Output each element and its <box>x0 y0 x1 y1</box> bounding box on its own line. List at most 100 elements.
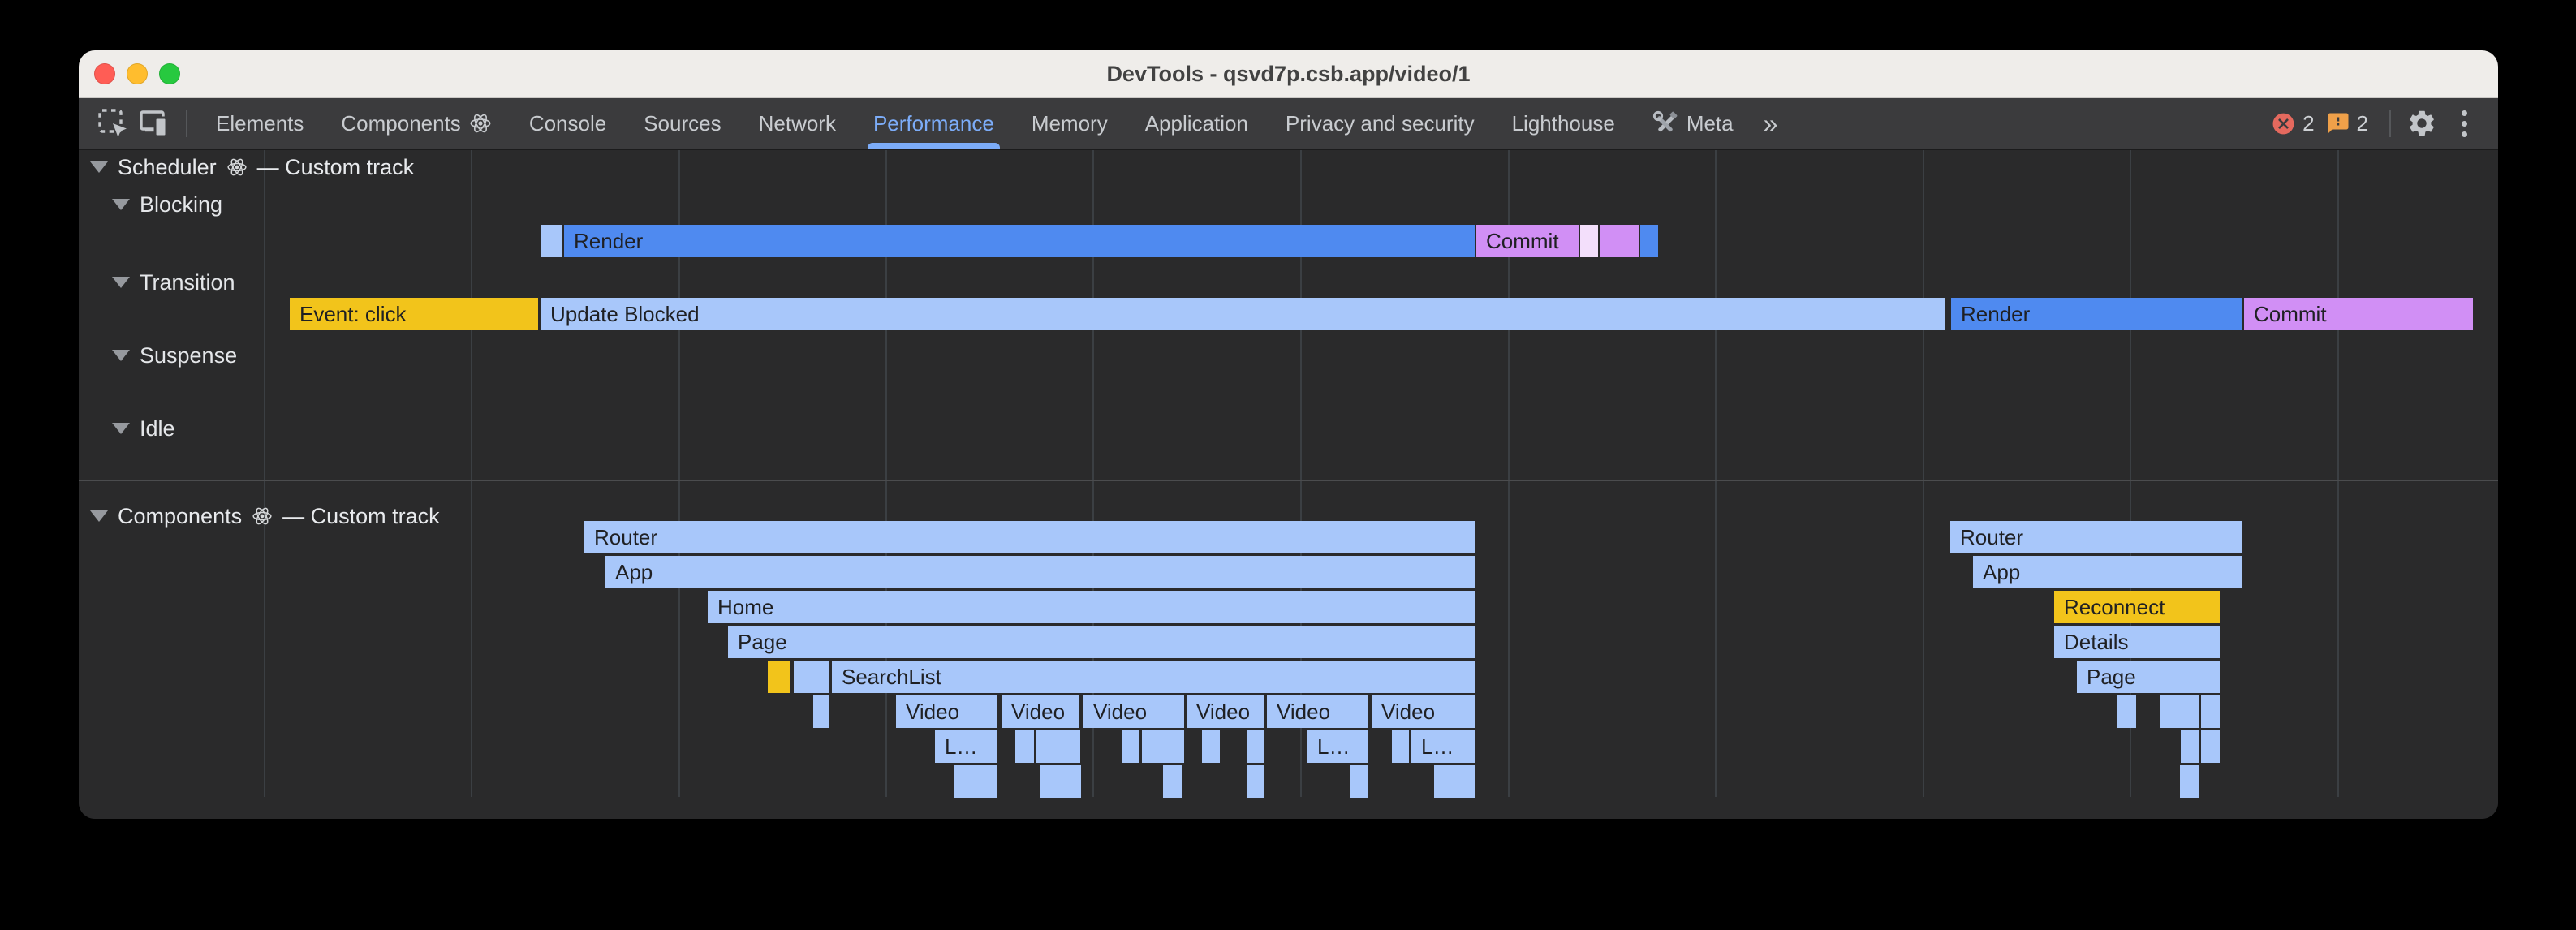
settings-gear-icon[interactable] <box>2401 102 2443 144</box>
tab-console[interactable]: Console <box>510 98 625 149</box>
flame-bar[interactable] <box>794 661 829 693</box>
minimize-window-button[interactable] <box>127 63 148 84</box>
track-divider <box>79 480 2498 481</box>
flame-bar[interactable] <box>1350 765 1368 798</box>
flame-bar[interactable] <box>1040 765 1081 798</box>
flame-bar[interactable] <box>2117 695 2136 728</box>
tab-label: Components <box>341 111 460 136</box>
flame-bar-l[interactable]: L… <box>1307 730 1368 763</box>
tab-label: Network <box>759 111 836 136</box>
tab-privacy-and-security[interactable]: Privacy and security <box>1267 98 1493 149</box>
timeline-gridline <box>471 150 472 797</box>
device-toolbar-icon[interactable] <box>134 102 176 144</box>
flame-bar-event-click[interactable]: Event: click <box>290 298 538 330</box>
warning-count-icon[interactable] <box>2326 111 2350 136</box>
flame-bar[interactable] <box>2201 730 2220 763</box>
lane-label-transition[interactable]: Transition <box>112 269 235 296</box>
flame-bar[interactable] <box>1163 765 1182 798</box>
traffic-lights <box>94 63 180 84</box>
more-tabs-icon[interactable]: » <box>1752 109 1790 139</box>
flame-bar-router[interactable]: Router <box>1950 521 2242 553</box>
flame-bar[interactable] <box>1640 225 1658 257</box>
flame-bar[interactable] <box>541 225 562 257</box>
lane-label-suspense[interactable]: Suspense <box>112 342 237 369</box>
flame-bar[interactable] <box>1392 730 1409 763</box>
flame-bar-l[interactable]: L… <box>935 730 997 763</box>
desktop-background: DevTools - qsvd7p.csb.app/video/1 Elemen… <box>0 0 2576 930</box>
flame-bar-commit[interactable]: Commit <box>1476 225 1579 257</box>
timeline-gridline <box>264 150 265 797</box>
toolbar-right-cluster: 2 2 <box>2271 102 2485 144</box>
flame-bar-details[interactable]: Details <box>2054 626 2220 658</box>
chevron-down-icon <box>112 350 130 361</box>
window-title: DevTools - qsvd7p.csb.app/video/1 <box>1106 62 1470 87</box>
flame-bar-searchlist[interactable]: SearchList <box>832 661 1475 693</box>
devtools-window: DevTools - qsvd7p.csb.app/video/1 Elemen… <box>79 50 2498 819</box>
error-count[interactable]: 2 <box>2302 111 2314 136</box>
flame-bar[interactable] <box>2160 695 2199 728</box>
flame-bar[interactable] <box>1434 765 1475 798</box>
toolbar-divider <box>2389 110 2391 137</box>
flame-bar-l[interactable]: L… <box>1411 730 1475 763</box>
chevron-down-icon <box>112 423 130 434</box>
error-count-icon[interactable] <box>2271 111 2296 136</box>
tab-memory[interactable]: Memory <box>1013 98 1126 149</box>
flame-bar-video[interactable]: Video <box>1267 695 1368 728</box>
flame-bar-update-blocked[interactable]: Update Blocked <box>541 298 1945 330</box>
flame-bar[interactable] <box>2180 765 2199 798</box>
flame-bar-home[interactable]: Home <box>708 591 1475 623</box>
tab-label: Performance <box>873 111 994 136</box>
flame-bar[interactable] <box>1247 730 1264 763</box>
tools-icon <box>1652 110 1678 136</box>
flame-bar[interactable] <box>1036 730 1080 763</box>
flame-bar[interactable] <box>1142 730 1184 763</box>
performance-flamechart: Scheduler — Custom track Components <box>79 150 2498 819</box>
flame-bar[interactable] <box>954 765 997 798</box>
tab-application[interactable]: Application <box>1126 98 1267 149</box>
flame-bar-video[interactable]: Video <box>1083 695 1184 728</box>
tab-meta[interactable]: Meta <box>1634 98 1752 149</box>
flame-bar-video[interactable]: Video <box>1002 695 1079 728</box>
warning-count[interactable]: 2 <box>2357 111 2368 136</box>
flame-bar-app[interactable]: App <box>605 556 1475 588</box>
flame-bar[interactable] <box>1580 225 1598 257</box>
tab-components[interactable]: Components <box>322 98 510 149</box>
flame-bar[interactable] <box>1202 730 1220 763</box>
flame-bar[interactable] <box>1122 730 1139 763</box>
flame-bar-app[interactable]: App <box>1973 556 2242 588</box>
flame-bar-video[interactable]: Video <box>896 695 997 728</box>
flame-bar[interactable] <box>1015 730 1034 763</box>
inspect-element-icon[interactable] <box>92 102 134 144</box>
flame-bar-video[interactable]: Video <box>1187 695 1264 728</box>
flame-bar[interactable] <box>2181 730 2199 763</box>
flame-bar-commit[interactable]: Commit <box>2244 298 2473 330</box>
flame-bar-page[interactable]: Page <box>728 626 1475 658</box>
lane-label-idle[interactable]: Idle <box>112 415 175 442</box>
tab-network[interactable]: Network <box>740 98 855 149</box>
flame-bar[interactable] <box>1247 765 1264 798</box>
tab-performance[interactable]: Performance <box>855 98 1013 149</box>
flame-bar-page[interactable]: Page <box>2077 661 2220 693</box>
kebab-menu-icon[interactable] <box>2443 102 2485 144</box>
tab-label: Sources <box>644 111 721 136</box>
flame-bar-render[interactable]: Render <box>564 225 1475 257</box>
track-header-components[interactable]: Components — Custom track <box>90 502 440 530</box>
flame-bar[interactable] <box>768 661 790 693</box>
lane-label-text: Blocking <box>140 192 222 217</box>
flame-bar-render[interactable]: Render <box>1951 298 2242 330</box>
lane-label-blocking[interactable]: Blocking <box>112 191 222 218</box>
flame-bar[interactable] <box>1600 225 1639 257</box>
close-window-button[interactable] <box>94 63 115 84</box>
lane-label-text: Suspense <box>140 343 237 368</box>
flame-bar[interactable] <box>813 695 829 728</box>
flame-bar[interactable] <box>2201 695 2220 728</box>
zoom-window-button[interactable] <box>159 63 180 84</box>
tab-lighthouse[interactable]: Lighthouse <box>1493 98 1634 149</box>
track-header-scheduler[interactable]: Scheduler — Custom track <box>90 153 414 181</box>
tab-sources[interactable]: Sources <box>625 98 739 149</box>
flame-bar-reconnect[interactable]: Reconnect <box>2054 591 2220 623</box>
flame-bar-video[interactable]: Video <box>1372 695 1475 728</box>
flame-bar-router[interactable]: Router <box>584 521 1475 553</box>
tab-elements[interactable]: Elements <box>197 98 322 149</box>
track-subtitle: — Custom track <box>257 155 415 180</box>
